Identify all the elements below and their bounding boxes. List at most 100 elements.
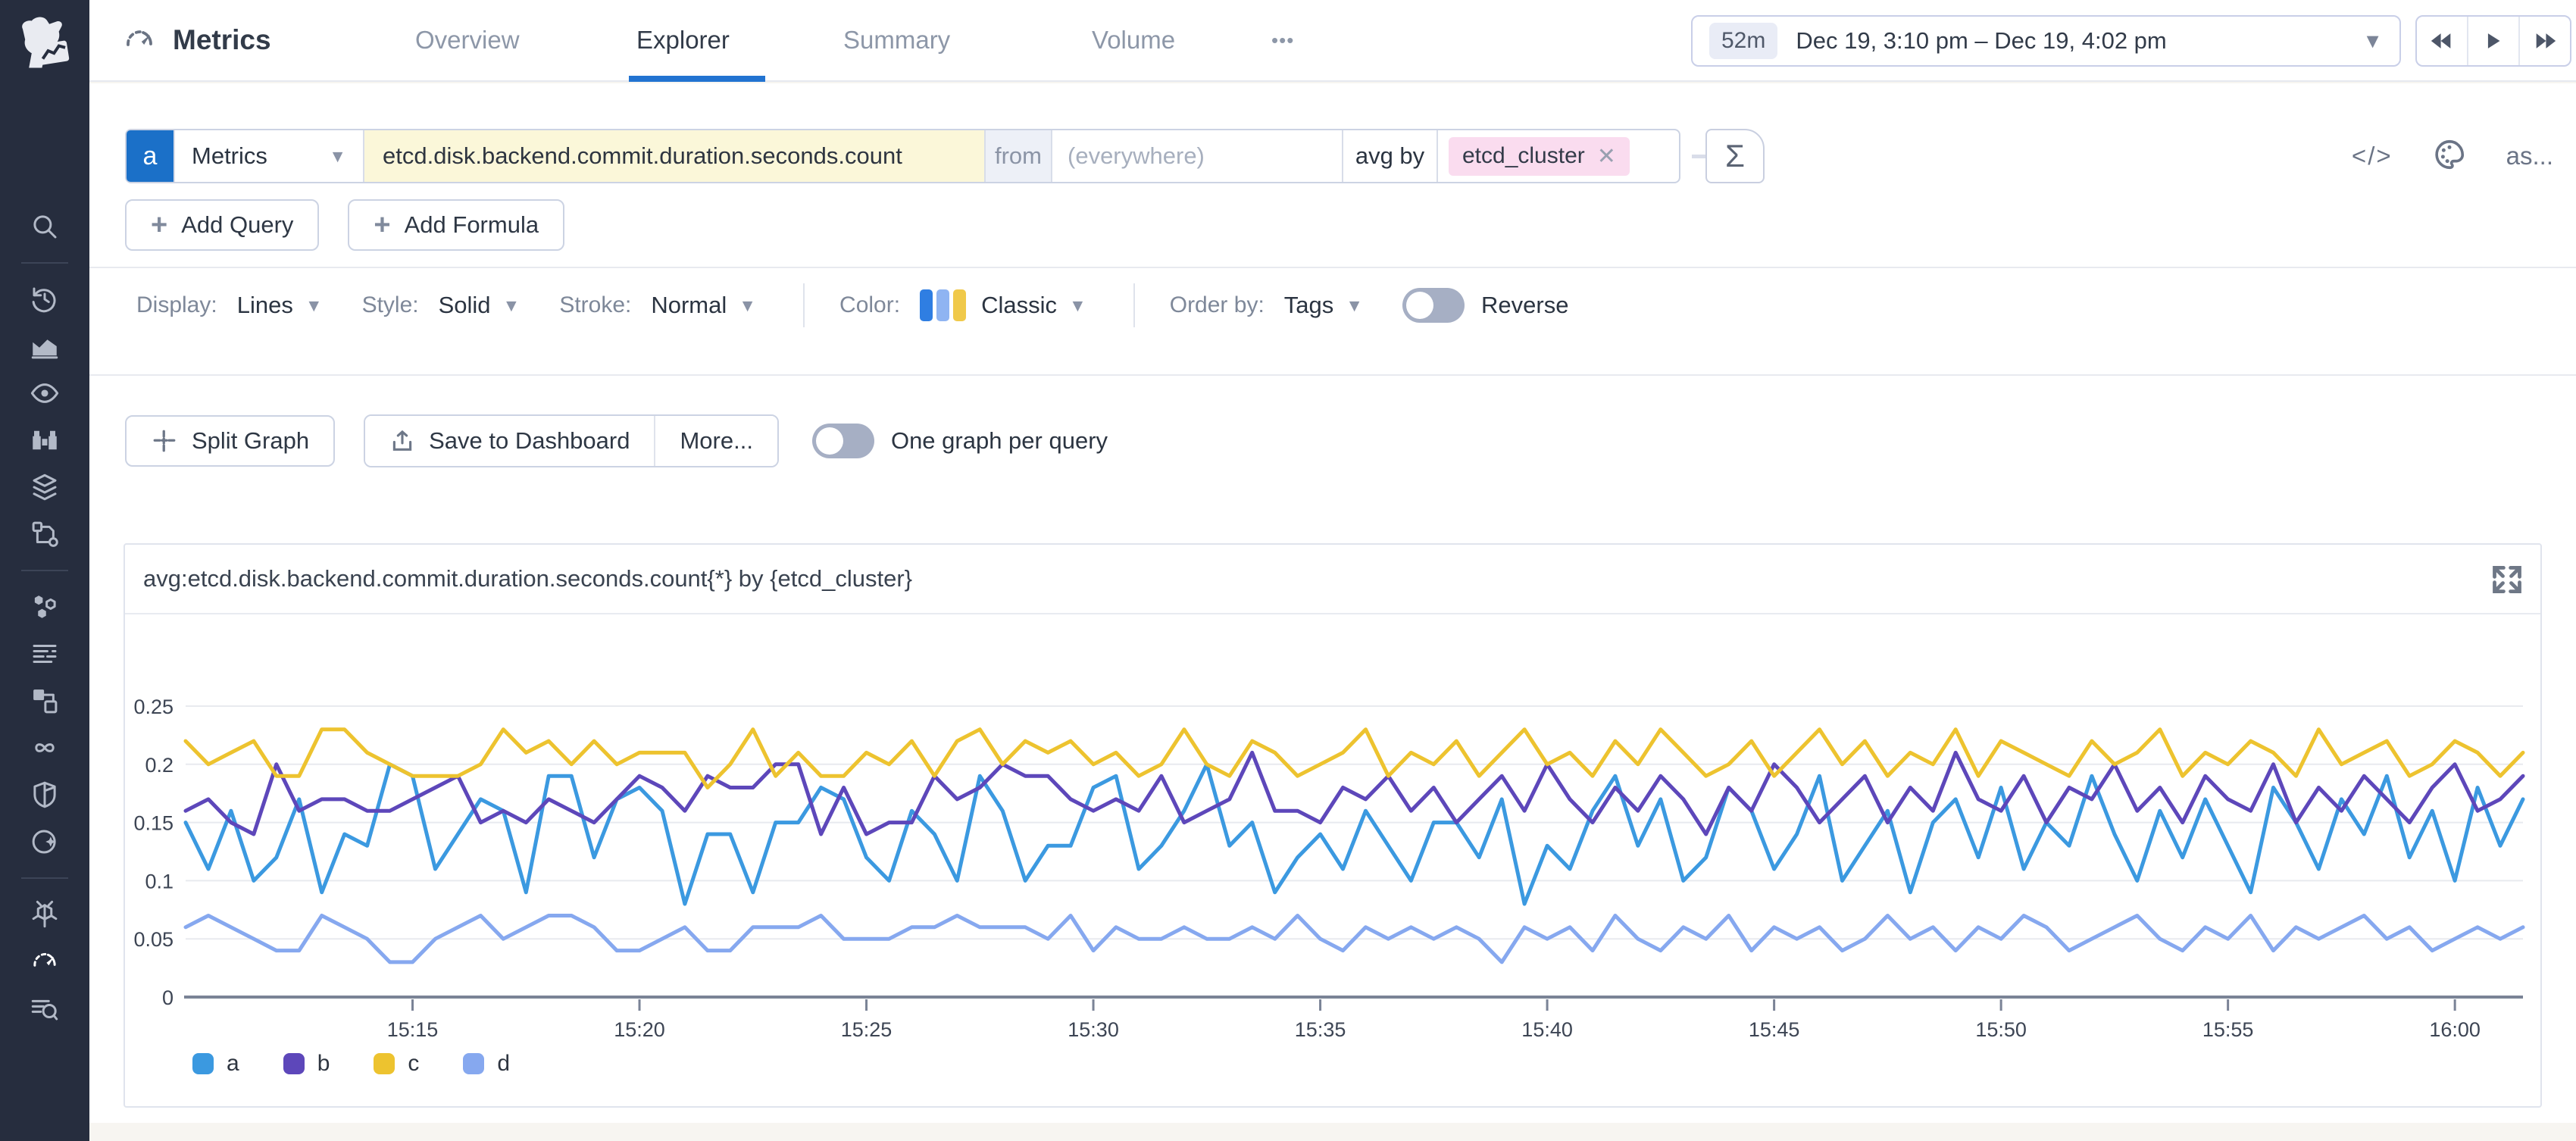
series-line-a	[186, 764, 2523, 904]
palette-icon[interactable]	[2432, 137, 2467, 176]
x-axis-tick-label: 15:15	[387, 1018, 439, 1040]
apm-binoculars-icon[interactable]	[27, 423, 62, 458]
datadog-logo[interactable]	[0, 0, 89, 89]
chevron-down-icon[interactable]: ▼	[739, 295, 756, 316]
error-tracking-bug-icon[interactable]	[27, 897, 62, 932]
legend-item-b[interactable]: b	[283, 1051, 330, 1077]
y-axis-tick-label: 0.05	[133, 928, 174, 951]
query-connector-line	[1692, 155, 1705, 158]
chevron-down-icon[interactable]: ▼	[1069, 295, 1086, 316]
group-by-tag[interactable]: etcd_cluster ✕	[1449, 137, 1630, 176]
one-graph-per-query-label: One graph per query	[891, 427, 1108, 455]
watchdog-icon[interactable]	[27, 376, 62, 411]
aggregator-label[interactable]: avg by	[1342, 130, 1436, 182]
security-shield-icon[interactable]	[27, 777, 62, 812]
rum-icon[interactable]	[27, 683, 62, 718]
vertical-divider	[803, 283, 805, 327]
legend-label: a	[227, 1051, 239, 1077]
color-palette-swatch[interactable]	[920, 289, 966, 321]
add-query-button[interactable]: + Add Query	[125, 199, 319, 251]
more-button[interactable]: More...	[654, 416, 777, 466]
x-axis-tick-label: 16:00	[2429, 1018, 2481, 1040]
history-icon[interactable]	[27, 282, 62, 317]
legend-item-a[interactable]: a	[192, 1051, 239, 1077]
tab-overview[interactable]: Overview	[415, 0, 520, 80]
order-by-select[interactable]: Tags	[1284, 292, 1333, 319]
style-select[interactable]: Solid	[439, 292, 491, 319]
legend-swatch	[192, 1053, 214, 1074]
x-axis-tick-label: 15:55	[2202, 1018, 2254, 1040]
color-select[interactable]: Classic	[981, 292, 1057, 319]
upload-icon	[389, 428, 415, 454]
reverse-toggle[interactable]	[1402, 288, 1465, 323]
x-axis-tick-label: 15:25	[841, 1018, 893, 1040]
legend-swatch	[374, 1053, 395, 1074]
divider	[89, 267, 2576, 268]
step-forward-button[interactable]	[2518, 17, 2570, 65]
chevron-down-icon[interactable]: ▼	[305, 295, 323, 316]
series-line-c	[186, 730, 2523, 788]
chart-plot-area[interactable]: 00.050.10.150.20.2515:1515:2015:2515:301…	[125, 616, 2540, 1040]
profiling-icon[interactable]	[27, 991, 62, 1026]
step-backward-button[interactable]	[2417, 17, 2467, 65]
tab-volume[interactable]: Volume	[1092, 0, 1175, 80]
legend-item-d[interactable]: d	[463, 1051, 510, 1077]
y-axis-tick-label: 0.1	[145, 870, 174, 892]
chevron-down-icon: ▼	[2362, 30, 2383, 53]
split-graph-button[interactable]: Split Graph	[125, 415, 335, 467]
legend-label: c	[408, 1051, 419, 1077]
play-button[interactable]	[2467, 17, 2518, 65]
chevron-down-icon[interactable]: ▼	[1346, 295, 1363, 316]
divider	[89, 374, 2576, 376]
containers-hexagons-icon[interactable]	[27, 589, 62, 624]
add-formula-button[interactable]: + Add Formula	[348, 199, 564, 251]
x-axis-tick-label: 15:50	[1975, 1018, 2027, 1040]
save-to-dashboard-button[interactable]: Save to Dashboard	[365, 416, 654, 466]
time-step-controls	[2415, 15, 2571, 67]
graph-actions-row: Split Graph Save to Dashboard More... On…	[125, 414, 1108, 467]
style-label: Style:	[362, 292, 419, 318]
reverse-label: Reverse	[1481, 292, 1568, 319]
chevron-down-icon[interactable]: ▼	[503, 295, 521, 316]
add-formula-label: Add Formula	[405, 211, 539, 239]
as-button[interactable]: as...	[2506, 142, 2553, 170]
one-graph-per-query-toggle[interactable]	[812, 424, 874, 458]
display-select[interactable]: Lines	[237, 292, 293, 319]
infrastructure-layers-icon[interactable]	[27, 470, 62, 505]
data-source-select[interactable]: Metrics ▼	[174, 130, 363, 182]
logs-icon[interactable]	[27, 636, 62, 671]
query-bar: a Metrics ▼ etcd.disk.backend.commit.dur…	[125, 129, 1680, 183]
swatch-bar	[936, 289, 949, 321]
remove-tag-icon[interactable]: ✕	[1597, 143, 1616, 170]
dashboards-icon[interactable]	[27, 329, 62, 364]
sigma-aggregate-button[interactable]: Σ	[1705, 129, 1765, 183]
x-axis-tick-label: 15:45	[1749, 1018, 1800, 1040]
code-view-icon[interactable]: </>	[2352, 142, 2393, 170]
ci-pipelines-icon[interactable]	[27, 730, 62, 765]
network-map-icon[interactable]	[27, 517, 62, 552]
scope-filter-input[interactable]	[1068, 142, 1327, 170]
legend-label: d	[497, 1051, 510, 1077]
metrics-gauge-icon[interactable]	[27, 944, 62, 979]
add-query-label: Add Query	[181, 211, 293, 239]
search-icon[interactable]	[27, 209, 62, 244]
time-range-picker[interactable]: 52m Dec 19, 3:10 pm – Dec 19, 4:02 pm ▼	[1691, 15, 2401, 67]
stroke-select[interactable]: Normal	[651, 292, 727, 319]
toggle-knob	[816, 427, 843, 455]
order-by-label: Order by:	[1170, 292, 1265, 318]
group-by-segment[interactable]: etcd_cluster ✕	[1436, 130, 1679, 182]
chart-legend: a b c d	[192, 1051, 510, 1077]
sidebar-divider	[21, 262, 68, 264]
top-navigation-bar: Metrics Overview Explorer Summary Volume…	[89, 0, 2576, 82]
metric-name-input[interactable]: etcd.disk.backend.commit.duration.second…	[363, 130, 984, 182]
synthetics-icon[interactable]	[27, 824, 62, 859]
legend-item-c[interactable]: c	[374, 1051, 419, 1077]
legend-label: b	[317, 1051, 330, 1077]
split-grid-icon	[151, 427, 178, 455]
tab-explorer[interactable]: Explorer	[636, 0, 730, 80]
tab-summary[interactable]: Summary	[843, 0, 950, 80]
tab-more-icon[interactable]: •••	[1271, 0, 1294, 80]
page-title: Metrics	[173, 24, 271, 56]
chart-plot[interactable]: 00.050.10.150.20.2515:1515:2015:2515:301…	[125, 616, 2540, 1040]
expand-fullscreen-icon[interactable]	[2490, 563, 2524, 596]
